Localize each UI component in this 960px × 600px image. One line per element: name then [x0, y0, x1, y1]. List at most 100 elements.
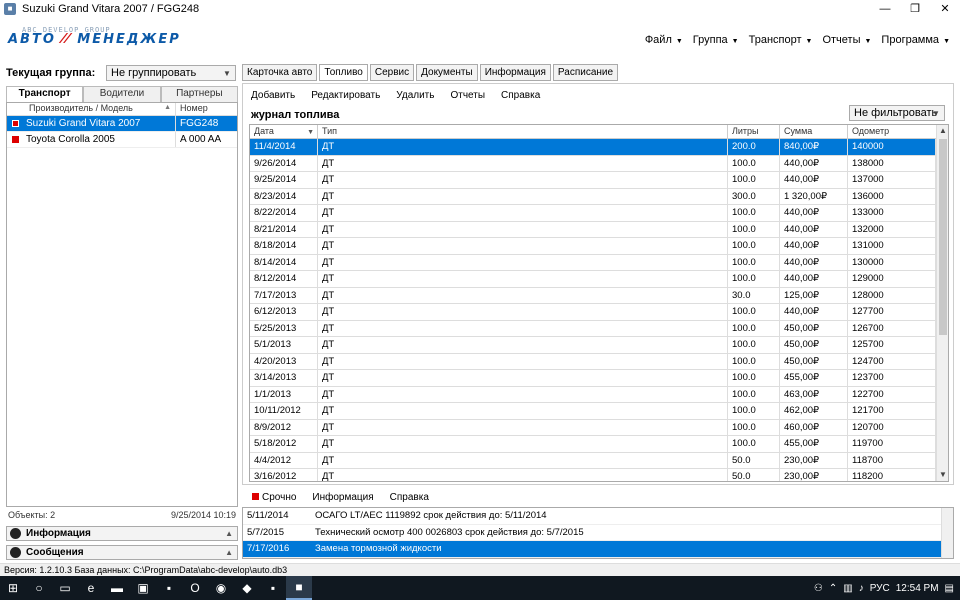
menu-group[interactable]: Группа ▼ — [693, 34, 739, 46]
group-select[interactable]: Не группировать ▼ — [106, 65, 236, 81]
edge-icon[interactable]: e — [78, 576, 104, 600]
language-indicator[interactable]: РУС — [870, 583, 890, 594]
app-orange-icon[interactable]: ◆ — [234, 576, 260, 600]
tray-expand-icon[interactable]: ⌃ — [829, 583, 837, 594]
minimize-button[interactable]: — — [870, 0, 900, 17]
people-icon[interactable]: ⚇ — [814, 583, 823, 594]
tab-documents[interactable]: Документы — [416, 64, 478, 81]
column-header-type[interactable]: Тип — [318, 125, 728, 138]
fuel-row[interactable]: 10/11/2012 ДТ 100.0 462,00₽ 121700 — [250, 403, 948, 420]
window-title: Suzuki Grand Vitara 2007 / FGG248 — [22, 2, 200, 15]
fuel-cell-date: 8/9/2012 — [250, 419, 318, 435]
fuel-row[interactable]: 9/25/2014 ДТ 100.0 440,00₽ 137000 — [250, 172, 948, 189]
fuel-row[interactable]: 7/17/2013 ДТ 30.0 125,00₽ 128000 — [250, 287, 948, 304]
menu-transport[interactable]: Транспорт ▼ — [749, 34, 813, 46]
start-icon[interactable]: ⊞ — [0, 576, 26, 600]
delete-button[interactable]: Удалить — [396, 90, 434, 101]
fuel-row[interactable]: 6/12/2013 ДТ 100.0 440,00₽ 127700 — [250, 304, 948, 321]
fuel-row[interactable]: 8/21/2014 ДТ 100.0 440,00₽ 132000 — [250, 221, 948, 238]
notices-scrollbar[interactable] — [941, 508, 953, 558]
explorer-icon[interactable]: ▬ — [104, 576, 130, 600]
fuel-row[interactable]: 8/12/2014 ДТ 100.0 440,00₽ 129000 — [250, 271, 948, 288]
accordion-messages[interactable]: Сообщения ▲ — [6, 545, 238, 560]
filter-select[interactable]: Не фильтровать ▼ — [849, 105, 945, 121]
fuel-cell-type: ДТ — [318, 271, 728, 287]
fuel-grid-body: 11/4/2014 ДТ 200.0 840,00₽ 140000 9/26/2014 ДТ… — [250, 139, 948, 481]
volume-icon[interactable]: ♪ — [859, 583, 864, 594]
fuel-row[interactable]: 8/9/2012 ДТ 100.0 460,00₽ 120700 — [250, 419, 948, 436]
tab-notice-help[interactable]: Справка — [390, 492, 429, 503]
fuel-row[interactable]: 9/26/2014 ДТ 100.0 440,00₽ 138000 — [250, 155, 948, 172]
notice-row[interactable]: 5/7/2015 Технический осмотр 400 0026803 с… — [243, 525, 953, 541]
fuel-cell-type: ДТ — [318, 337, 728, 353]
notice-row[interactable]: 7/17/2016 Замена тормозной жидкости — [243, 541, 953, 558]
notifications-icon[interactable]: ▤ — [945, 583, 954, 594]
tab-notice-info[interactable]: Информация — [312, 492, 373, 503]
fuel-grid-scrollbar[interactable]: ▲ ▼ — [936, 125, 948, 481]
fuel-cell-odometer: 138000 — [848, 155, 936, 171]
column-header-odometer[interactable]: Одометр — [848, 125, 936, 138]
task-view-icon[interactable]: ▭ — [52, 576, 78, 600]
column-header-sum[interactable]: Сумма — [780, 125, 848, 138]
fuel-cell-sum: 1 320,00₽ — [780, 188, 848, 204]
fuel-cell-sum: 455,00₽ — [780, 436, 848, 452]
fuel-row[interactable]: 8/23/2014 ДТ 300.0 1 320,00₽ 136000 — [250, 188, 948, 205]
tab-schedule[interactable]: Расписание — [552, 64, 619, 81]
vehicle-row[interactable]: Toyota Corolla 2005 A 000 AA — [7, 132, 237, 148]
tab-service[interactable]: Сервис — [369, 64, 415, 81]
network-icon[interactable]: ▥ — [843, 583, 852, 594]
menu-reports[interactable]: Отчеты ▼ — [822, 34, 871, 46]
fuel-cell-type: ДТ — [318, 386, 728, 402]
tab-fuel[interactable]: Топливо — [319, 64, 368, 81]
tab-vehicle-card[interactable]: Карточка авто — [242, 64, 318, 81]
fuel-cell-liters: 100.0 — [728, 320, 780, 336]
close-button[interactable]: ✕ — [930, 0, 960, 17]
fuel-row[interactable]: 1/1/2013 ДТ 100.0 463,00₽ 122700 — [250, 386, 948, 403]
menu-file[interactable]: Файл ▼ — [645, 34, 683, 46]
fuel-cell-date: 8/22/2014 — [250, 205, 318, 221]
column-header-model[interactable]: Производитель / Модель ▲ — [7, 103, 175, 115]
column-header-date[interactable]: Дата ▼ — [250, 125, 318, 138]
fuel-row[interactable]: 3/16/2012 ДТ 50.0 230,00₽ 118200 — [250, 469, 948, 481]
fuel-cell-liters: 100.0 — [728, 436, 780, 452]
maximize-button[interactable]: ❐ — [900, 0, 930, 17]
fuel-row[interactable]: 8/18/2014 ДТ 100.0 440,00₽ 131000 — [250, 238, 948, 255]
fuel-cell-date: 6/12/2013 — [250, 304, 318, 320]
chrome-icon[interactable]: ◉ — [208, 576, 234, 600]
column-header-liters[interactable]: Литры — [728, 125, 780, 138]
app-gray-icon[interactable]: ▪ — [260, 576, 286, 600]
tab-information[interactable]: Информация — [479, 64, 551, 81]
fuel-cell-liters: 100.0 — [728, 386, 780, 402]
fuel-row[interactable]: 5/18/2012 ДТ 100.0 455,00₽ 119700 — [250, 436, 948, 453]
vehicle-row[interactable]: Suzuki Grand Vitara 2007 FGG248 — [7, 116, 237, 132]
fuel-row[interactable]: 3/14/2013 ДТ 100.0 455,00₽ 123700 — [250, 370, 948, 387]
app-yellow-icon[interactable]: ▪ — [156, 576, 182, 600]
notice-row[interactable]: 5/11/2014 ОСАГО LT/AEC 1119892 срок дейст… — [243, 508, 953, 525]
reports-button[interactable]: Отчеты — [450, 90, 485, 101]
store-icon[interactable]: ▣ — [130, 576, 156, 600]
fuel-row[interactable]: 4/4/2012 ДТ 50.0 230,00₽ 118700 — [250, 452, 948, 469]
fuel-row[interactable]: 8/14/2014 ДТ 100.0 440,00₽ 130000 — [250, 254, 948, 271]
fuel-cell-odometer: 126700 — [848, 320, 936, 336]
fuel-row[interactable]: 11/4/2014 ДТ 200.0 840,00₽ 140000 — [250, 139, 948, 156]
fuel-row[interactable]: 5/25/2013 ДТ 100.0 450,00₽ 126700 — [250, 320, 948, 337]
edit-button[interactable]: Редактировать — [311, 90, 380, 101]
fuel-row[interactable]: 4/20/2013 ДТ 100.0 450,00₽ 124700 — [250, 353, 948, 370]
help-button[interactable]: Справка — [501, 90, 540, 101]
fuel-row[interactable]: 5/1/2013 ДТ 100.0 450,00₽ 125700 — [250, 337, 948, 354]
tab-drivers[interactable]: Водители — [83, 86, 161, 102]
fuel-cell-odometer: 125700 — [848, 337, 936, 353]
clock[interactable]: 12:54 PM — [896, 583, 939, 594]
menu-program[interactable]: Программа ▼ — [881, 34, 950, 46]
add-button[interactable]: Добавить — [251, 90, 295, 101]
column-header-number[interactable]: Номер — [175, 103, 208, 115]
opera-icon[interactable]: O — [182, 576, 208, 600]
tab-partners[interactable]: Партнеры — [160, 86, 238, 102]
tab-transport[interactable]: Транспорт — [6, 86, 84, 102]
tab-urgent[interactable]: Срочно — [252, 492, 296, 503]
search-icon[interactable]: ○ — [26, 576, 52, 600]
fuel-row[interactable]: 8/22/2014 ДТ 100.0 440,00₽ 133000 — [250, 205, 948, 222]
accordion-information[interactable]: Информация ▲ — [6, 526, 238, 541]
automanager-taskbar-icon[interactable]: ■ — [286, 576, 312, 600]
fuel-cell-type: ДТ — [318, 452, 728, 468]
